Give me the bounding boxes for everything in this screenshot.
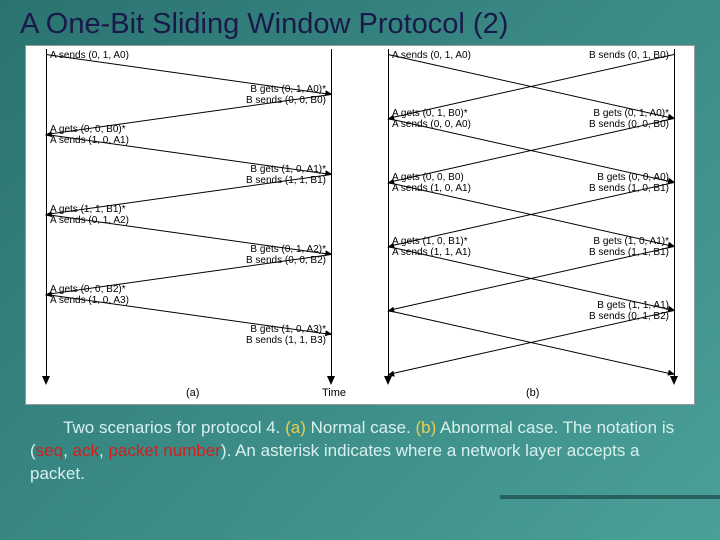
timeline-b-left [388,49,389,379]
event-label: A sends (0, 1, A0) [50,50,129,61]
event-label: B gets (1, 0, A1)*B sends (1, 1, B1) [246,164,326,186]
event-label: B gets (0, 1, A0)*B sends (0, 0, B0) [246,84,326,106]
timeline-b-right [674,49,675,379]
slide-caption: Two scenarios for protocol 4. (a) Normal… [0,405,720,486]
event-label: B gets (1, 1, A1)B sends (0, 1, B2) [589,300,669,322]
protocol-diagram: (a) Time (b) A sends (0, 1, A0) A gets (0… [25,45,695,405]
panel-label-b: (b) [526,387,539,399]
slide-title: A One-Bit Sliding Window Protocol (2) [0,0,720,45]
event-label: B gets (1, 0, A3)*B sends (1, 1, B3) [246,324,326,346]
event-label: B gets (0, 1, A2)*B sends (0, 0, B2) [246,244,326,266]
event-label: A gets (1, 0, B1)*A sends (1, 1, A1) [392,236,471,258]
caption-ack: ack [73,441,99,460]
caption-seq: seq [36,441,63,460]
event-label: A sends (0, 1, A0) [392,50,471,61]
caption-b: (b) [415,418,436,437]
timeline-a-right [331,49,332,379]
decorative-shadow [500,495,720,499]
time-axis-label: Time [322,387,346,399]
event-label: A gets (1, 1, B1)*A sends (0, 1, A2) [50,204,129,226]
event-label: A gets (0, 0, B0)*A sends (1, 0, A1) [50,124,129,146]
panel-label-a: (a) [186,387,199,399]
event-label: A gets (0, 0, B0)A sends (1, 0, A1) [392,172,471,194]
caption-pkt: packet number [108,441,220,460]
event-label: A gets (0, 1, B0)*A sends (0, 0, A0) [392,108,471,130]
event-label: A gets (0, 0, B2)*A sends (1, 0, A3) [50,284,129,306]
event-label: B gets (0, 0, A0)B sends (1, 0, B1) [589,172,669,194]
event-label: B gets (0, 1, A0)*B sends (0, 0, B0) [589,108,669,130]
caption-text: Normal case. [306,418,416,437]
event-label: B sends (0, 1, B0) [589,50,669,61]
caption-a: (a) [285,418,306,437]
event-label: B gets (1, 0, A1)*B sends (1, 1, B1) [589,236,669,258]
caption-text: , [63,441,72,460]
caption-text: Two scenarios for protocol 4. [63,418,285,437]
